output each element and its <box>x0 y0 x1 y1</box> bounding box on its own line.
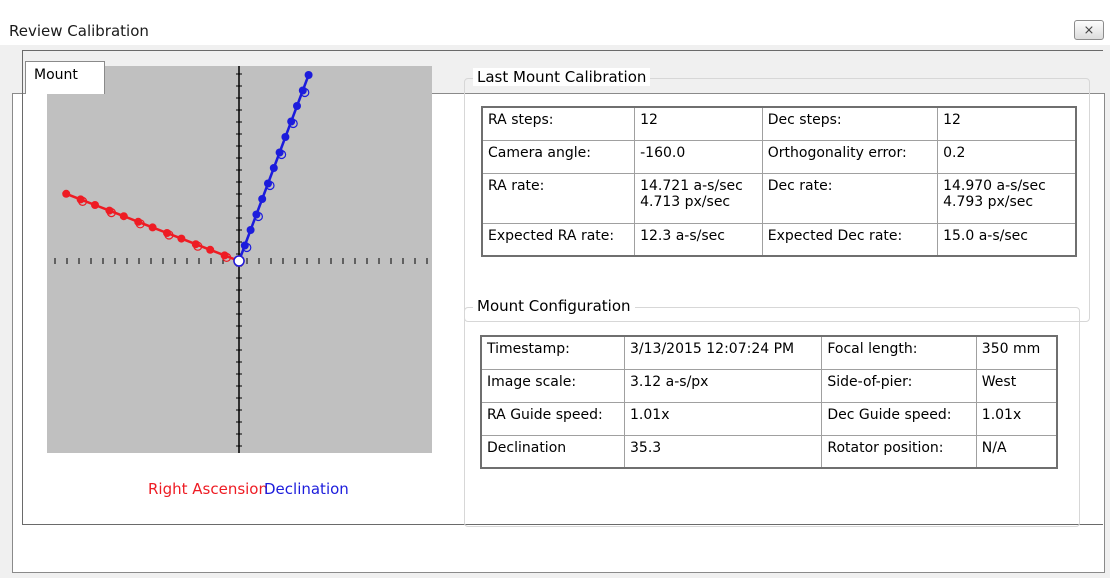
ra-point <box>206 245 215 254</box>
table-row: Expected RA rate: 12.3 a-s/sec Expected De… <box>481 222 1077 257</box>
mount-config-title: Mount Configuration <box>473 297 635 315</box>
dec-point <box>269 164 278 172</box>
ra-point <box>76 195 85 204</box>
ra-point <box>148 223 157 232</box>
dec-point <box>298 86 307 95</box>
row-value: 14.721 a-s/sec 4.713 px/sec <box>634 172 763 224</box>
row-value: 14.970 a-s/sec 4.793 px/sec <box>937 172 1077 224</box>
row-value: 1.01x <box>975 401 1058 436</box>
row-value: 0.2 <box>937 139 1077 174</box>
table-row: RA rate: 14.721 a-s/sec 4.713 px/sec Dec ra… <box>481 172 1077 224</box>
close-icon: ⨯ <box>1083 22 1095 38</box>
ra-point <box>119 212 128 221</box>
row-label: Focal length: <box>821 335 977 370</box>
row-label: RA steps: <box>481 106 636 141</box>
table-row: Timestamp: 3/13/2015 12:07:24 PM Focal len… <box>480 335 1058 370</box>
legend-ra: Right Ascension <box>148 480 268 498</box>
row-label: Dec rate: <box>761 172 939 224</box>
dec-point <box>240 241 249 250</box>
dec-point <box>258 195 267 203</box>
value-line: 4.793 px/sec <box>943 193 1034 210</box>
value-line: -160.0 <box>640 144 686 161</box>
row-value: 3.12 a-s/px <box>624 368 823 403</box>
value-line: 12 <box>943 112 961 128</box>
row-label: Dec steps: <box>761 106 939 141</box>
row-label: Timestamp: <box>480 335 626 370</box>
table-row: Camera angle: -160.0 Orthogonality error: 0… <box>481 139 1077 174</box>
ra-point <box>91 201 99 209</box>
row-value: 15.0 a-s/sec <box>937 222 1077 257</box>
dec-point <box>287 117 296 126</box>
last-calibration-group: Last Mount Calibration RA steps: 12 Dec st… <box>464 68 1090 322</box>
row-label: RA rate: <box>481 172 636 224</box>
row-value: 1.01x <box>624 401 823 436</box>
value-line: 15.0 a-s/sec <box>943 227 1028 244</box>
window-title: Review Calibration <box>9 22 149 40</box>
dec-point <box>252 210 261 219</box>
value-line: 12.3 a-s/sec <box>640 227 725 244</box>
row-value: 3/13/2015 12:07:24 PM <box>624 335 823 370</box>
dec-origin <box>233 255 245 267</box>
value-line: 12 <box>640 112 658 128</box>
dec-point <box>304 71 313 79</box>
row-value: West <box>975 368 1058 403</box>
value-line: 14.970 a-s/sec <box>943 177 1046 194</box>
dec-point <box>246 226 255 234</box>
close-button[interactable]: ⨯ <box>1074 20 1104 40</box>
ra-point <box>105 206 114 215</box>
config-table: Timestamp: 3/13/2015 12:07:24 PM Focal len… <box>480 335 1058 469</box>
row-label: Dec Guide speed: <box>821 401 977 436</box>
row-label: RA Guide speed: <box>480 401 626 436</box>
row-label: Image scale: <box>480 368 626 403</box>
table-row: RA steps: 12 Dec steps: 12 <box>481 106 1077 141</box>
row-value: N/A <box>975 434 1058 469</box>
row-label: Expected RA rate: <box>481 222 636 257</box>
row-label: Side-of-pier: <box>821 368 977 403</box>
row-value: 12 <box>937 106 1077 141</box>
row-value: 12.3 a-s/sec <box>634 222 763 257</box>
row-label: Declination <box>480 434 626 469</box>
value-line: 14.721 a-s/sec <box>640 177 743 194</box>
ra-point <box>134 217 143 226</box>
dec-point <box>281 133 290 141</box>
value-line: 0.2 <box>943 144 966 161</box>
dec-point <box>275 148 284 157</box>
tab-mount[interactable]: Mount <box>25 61 105 94</box>
value-line: 4.713 px/sec <box>640 193 731 210</box>
row-value: 350 mm <box>975 335 1058 370</box>
ra-point <box>191 240 200 249</box>
row-label: Orthogonality error: <box>761 139 939 174</box>
table-row: Declination 35.3 Rotator position: N/A <box>480 434 1058 469</box>
row-value: -160.0 <box>634 139 763 174</box>
row-label: Expected Dec rate: <box>761 222 939 257</box>
last-calibration-title: Last Mount Calibration <box>473 68 651 86</box>
table-row: RA Guide speed: 1.01x Dec Guide speed: 1.01… <box>480 401 1058 436</box>
row-value: 12 <box>634 106 763 141</box>
dec-point <box>264 179 272 188</box>
mount-config-group: Mount Configuration Timestamp: 3/13/2015 … <box>464 297 1080 527</box>
ra-point <box>177 234 186 243</box>
calibration-table: RA steps: 12 Dec steps: 12 Camera angle: -160… <box>481 106 1077 257</box>
dec-point <box>293 102 301 110</box>
calibration-plot <box>47 66 432 453</box>
ra-point <box>220 251 229 260</box>
row-label: Camera angle: <box>481 139 636 174</box>
ra-point <box>163 229 171 237</box>
row-value: 35.3 <box>624 434 823 469</box>
tab-label: Mount <box>34 67 78 83</box>
ra-point <box>62 189 71 198</box>
legend-dec: Declination <box>264 480 349 498</box>
row-label: Rotator position: <box>821 434 977 469</box>
table-row: Image scale: 3.12 a-s/px Side-of-pier: West <box>480 368 1058 403</box>
title-bar: Review Calibration ⨯ <box>0 0 1110 45</box>
